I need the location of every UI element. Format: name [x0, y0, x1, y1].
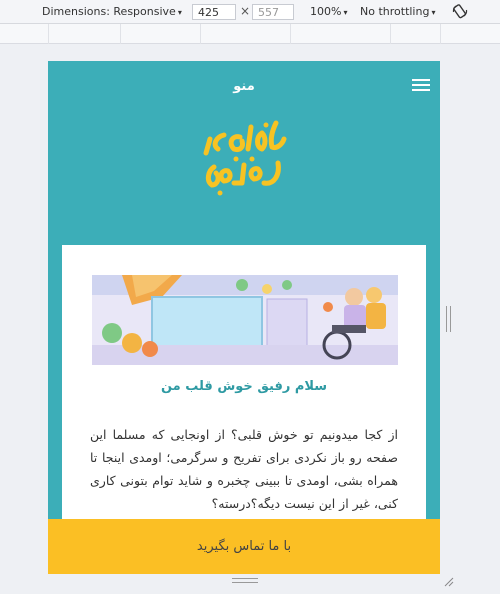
site-header: منو — [48, 61, 440, 116]
zoom-dropdown[interactable]: 100% ▾ — [310, 5, 347, 18]
device-viewport: منو سلام رفیق خوش قلب من از کجا میدونیم … — [48, 61, 440, 574]
site-logo[interactable] — [196, 115, 291, 205]
chevron-down-icon: ▾ — [343, 8, 348, 17]
hamburger-menu-icon[interactable] — [412, 79, 430, 91]
resize-handle-bottom[interactable] — [232, 578, 258, 583]
card-title: سلام رفیق خوش قلب من — [160, 379, 328, 394]
chevron-down-icon: ▾ — [177, 8, 182, 17]
width-input[interactable]: 425 — [192, 4, 236, 20]
devtools-device-toolbar: Dimensions: Responsive ▾ 425 × 557 100% ▾ … — [0, 0, 500, 24]
times-symbol: × — [240, 4, 251, 18]
dimensions-label: Dimensions: Responsive — [42, 5, 176, 18]
dimensions-dropdown[interactable]: Dimensions: Responsive ▾ — [42, 5, 182, 18]
zoom-label: 100% — [310, 5, 342, 18]
contact-us-button[interactable]: با ما تماس بگیرید — [48, 519, 440, 574]
throttling-dropdown[interactable]: No throttling ▾ — [360, 5, 435, 18]
hero-illustration — [92, 275, 398, 365]
menu-label[interactable]: منو — [48, 79, 440, 94]
media-query-ruler — [0, 24, 500, 44]
throttling-label: No throttling — [360, 5, 430, 18]
rotate-icon[interactable] — [452, 3, 468, 19]
chevron-down-icon: ▾ — [431, 8, 436, 17]
resize-handle-right[interactable] — [446, 306, 451, 332]
card-body-text: از کجا میدونیم تو خوش قلبی؟ از اونجایی ک… — [90, 427, 398, 511]
resize-corner-icon[interactable] — [444, 577, 454, 587]
height-input[interactable]: 557 — [252, 4, 294, 20]
